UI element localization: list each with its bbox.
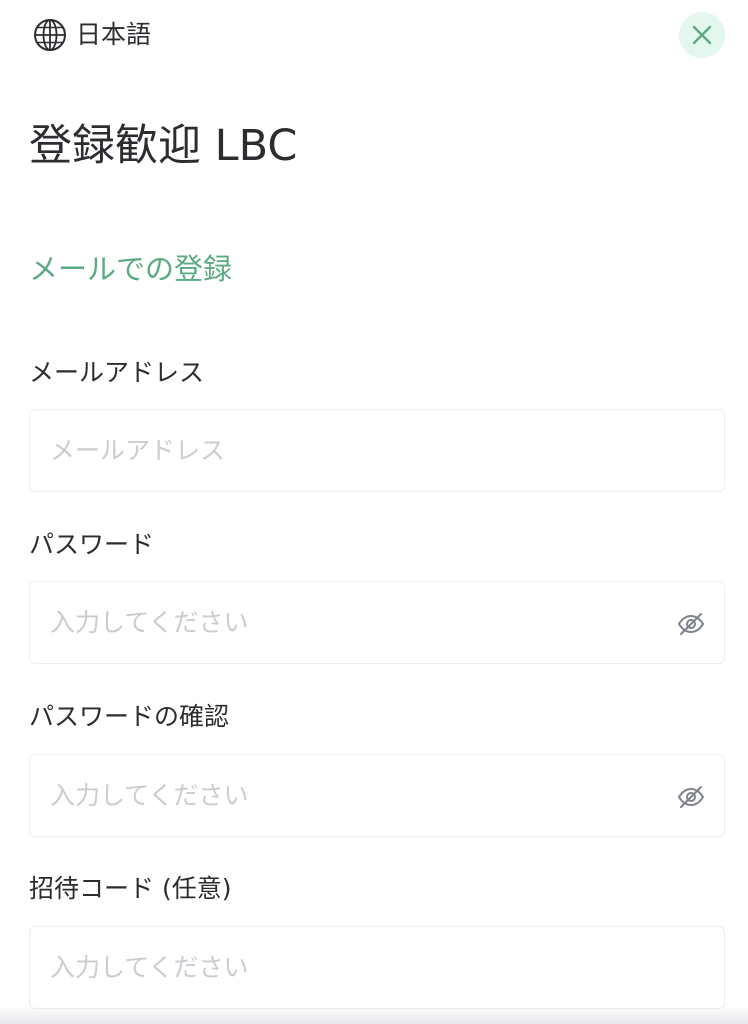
page-title: 登録歓迎 LBC xyxy=(29,121,298,171)
invite-code-field[interactable] xyxy=(30,927,724,1008)
confirm-password-label: パスワードの確認 xyxy=(29,702,230,731)
register-page: 日本語 登録歓迎 LBC メールでの登録 メールアドレス パスワード xyxy=(0,0,748,1024)
invite-code-label: 招待コード (任意) xyxy=(29,874,232,903)
confirm-password-field-box xyxy=(29,754,725,837)
close-button[interactable] xyxy=(679,12,725,58)
language-selector[interactable]: 日本語 xyxy=(32,17,151,53)
language-label: 日本語 xyxy=(76,20,152,49)
eye-off-icon xyxy=(676,782,706,812)
password-field-box xyxy=(29,581,725,664)
confirm-password-visibility-toggle[interactable] xyxy=(676,782,706,812)
globe-icon xyxy=(32,17,68,53)
email-field[interactable] xyxy=(30,410,724,491)
eye-off-icon xyxy=(676,609,706,639)
tab-email-registration[interactable]: メールでの登録 xyxy=(29,248,232,290)
top-bar: 日本語 xyxy=(0,0,748,72)
password-field[interactable] xyxy=(30,582,724,663)
close-icon xyxy=(691,24,713,46)
email-field-box xyxy=(29,409,725,492)
invite-code-field-box xyxy=(29,926,725,1009)
email-label: メールアドレス xyxy=(29,358,205,387)
password-label: パスワード xyxy=(29,530,155,559)
confirm-password-field[interactable] xyxy=(30,755,724,836)
password-visibility-toggle[interactable] xyxy=(676,609,706,639)
